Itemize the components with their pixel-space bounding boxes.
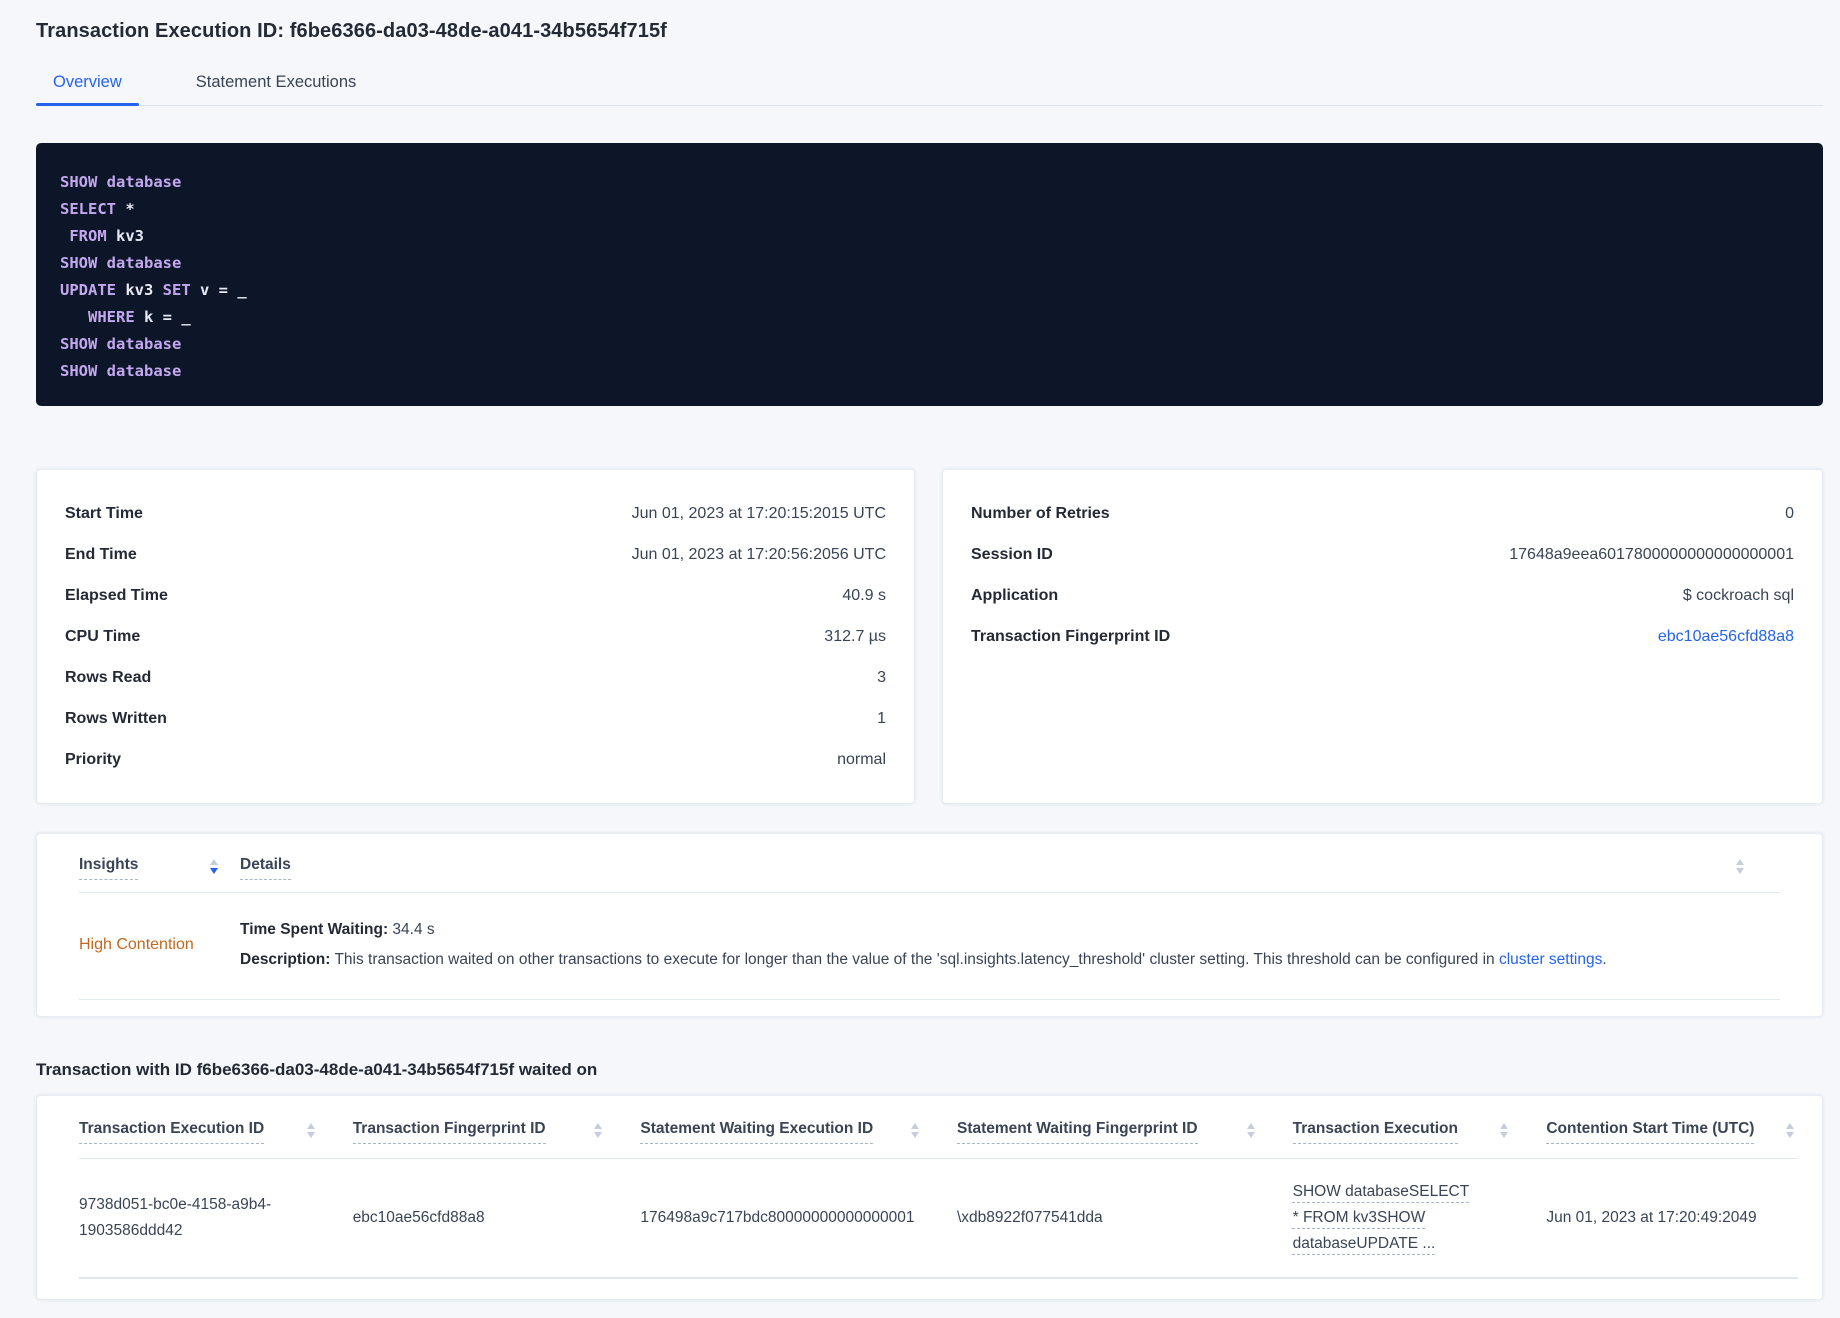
sort-icon[interactable]: [306, 1123, 315, 1138]
col-header-label[interactable]: Transaction Fingerprint ID: [352, 1120, 546, 1144]
cell-contention-start: Jun 01, 2023 at 17:20:49:2049: [1546, 1209, 1757, 1226]
sql-box: SHOW database SELECT * FROM kv3 SHOW datab…: [36, 143, 1823, 406]
waited-on-table-card: Transaction Execution ID Transaction Fin…: [36, 1095, 1823, 1300]
col-header-contention-start: Contention Start Time (UTC): [1546, 1120, 1798, 1144]
row-value: Jun 01, 2023 at 17:20:15:2015 UTC: [631, 504, 886, 522]
tab-statement-executions[interactable]: Statement Executions: [179, 73, 374, 105]
summary-row-start-time: Start Time Jun 01, 2023 at 17:20:15:2015…: [65, 493, 886, 534]
summary-row-retries: Number of Retries 0: [971, 493, 1794, 534]
cell-txn-exec-id: 9738d051-bc0e-4158-a9b4-1903586ddd42: [79, 1196, 272, 1239]
sort-icon[interactable]: [1736, 859, 1744, 874]
row-label: End Time: [65, 545, 137, 563]
waiting-label: Time Spent Waiting:: [240, 921, 389, 938]
insight-row: High Contention Time Spent Waiting: 34.4…: [79, 893, 1780, 1000]
transaction-execution-page: Transaction Execution ID: f6be6366-da03-…: [0, 0, 1840, 1300]
sort-icon[interactable]: [594, 1123, 603, 1138]
cell-stmt-wait-fp-id: \xdb8922f077541dda: [957, 1209, 1103, 1226]
row-value: 17648a9eea6017800000000000000001: [1509, 545, 1794, 563]
summary-card-left: Start Time Jun 01, 2023 at 17:20:15:2015…: [36, 469, 915, 804]
row-value: 40.9 s: [842, 586, 886, 604]
row-value: 1: [877, 709, 886, 727]
row-label: Rows Read: [65, 668, 152, 686]
summary-row-session-id: Session ID 17648a9eea6017800000000000000…: [971, 534, 1794, 575]
description-label: Description:: [240, 951, 331, 968]
summary-cards-row: Start Time Jun 01, 2023 at 17:20:15:2015…: [36, 469, 1823, 804]
cell-stmt-wait-exec-id: 176498a9c717bdc80000000000000001: [640, 1209, 915, 1226]
col-header-label[interactable]: Transaction Execution ID: [79, 1120, 265, 1144]
summary-row-cpu-time: CPU Time 312.7 µs: [65, 616, 886, 657]
col-header-stmt-wait-exec-id: Statement Waiting Execution ID: [640, 1120, 957, 1144]
summary-row-elapsed-time: Elapsed Time 40.9 s: [65, 575, 886, 616]
col-header-stmt-wait-fp-id: Statement Waiting Fingerprint ID: [957, 1120, 1293, 1144]
waited-card-footer: [79, 1279, 1798, 1299]
sort-icon[interactable]: [911, 1123, 919, 1138]
insights-header-label[interactable]: Insights: [79, 856, 139, 880]
time-spent-waiting-line: Time Spent Waiting: 34.4 s: [240, 915, 1780, 945]
row-value: 3: [877, 668, 886, 686]
row-label: Start Time: [65, 504, 143, 522]
insights-table-header: Insights Details: [79, 834, 1780, 893]
description-period: .: [1602, 951, 1607, 968]
cluster-settings-link[interactable]: cluster settings: [1499, 951, 1602, 968]
cell-txn-execution: SHOW databaseSELECT * FROM kv3SHOW datab…: [1293, 1179, 1547, 1257]
row-label: Priority: [65, 750, 122, 768]
row-value: 312.7 µs: [824, 627, 886, 645]
row-label: Rows Written: [65, 709, 167, 727]
row-label: CPU Time: [65, 627, 141, 645]
row-value: normal: [837, 750, 886, 768]
waited-table-header: Transaction Execution ID Transaction Fin…: [79, 1096, 1798, 1159]
row-value: Jun 01, 2023 at 17:20:56:2056 UTC: [631, 545, 886, 563]
insights-column-header: Insights: [79, 856, 240, 880]
summary-row-rows-read: Rows Read 3: [65, 657, 886, 698]
sort-icon[interactable]: [210, 859, 218, 874]
details-header-label[interactable]: Details: [240, 856, 291, 880]
col-header-txn-fp-id: Transaction Fingerprint ID: [352, 1120, 641, 1144]
transaction-fingerprint-link[interactable]: ebc10ae56cfd88a8: [1658, 628, 1794, 646]
sort-icon[interactable]: [1500, 1123, 1509, 1138]
insights-card-footer: [79, 1000, 1780, 1016]
row-value: $ cockroach sql: [1682, 586, 1794, 604]
insight-type-label: High Contention: [79, 936, 194, 953]
col-header-label[interactable]: Transaction Execution: [1292, 1120, 1458, 1144]
description-text: This transaction waited on other transac…: [330, 951, 1499, 968]
waited-on-heading: Transaction with ID f6be6366-da03-48de-a…: [36, 1060, 598, 1079]
summary-row-end-time: End Time Jun 01, 2023 at 17:20:56:2056 U…: [65, 534, 886, 575]
transaction-execution-link[interactable]: SHOW databaseSELECT * FROM kv3SHOW datab…: [1293, 1179, 1471, 1257]
row-label: Number of Retries: [971, 504, 1110, 522]
sort-icon[interactable]: [1786, 1123, 1794, 1138]
col-header-txn-exec-id: Transaction Execution ID: [79, 1120, 353, 1144]
sort-icon[interactable]: [1246, 1123, 1255, 1138]
summary-row-priority: Priority normal: [65, 739, 886, 780]
summary-row-txn-fingerprint: Transaction Fingerprint ID ebc10ae56cfd8…: [971, 616, 1794, 657]
waiting-value: 34.4 s: [388, 921, 435, 938]
col-header-label[interactable]: Contention Start Time (UTC): [1546, 1120, 1755, 1144]
row-label: Elapsed Time: [65, 586, 168, 604]
summary-row-application: Application $ cockroach sql: [971, 575, 1794, 616]
tab-overview[interactable]: Overview: [36, 73, 139, 106]
col-header-txn-execution: Transaction Execution: [1292, 1120, 1547, 1144]
insights-card: Insights Details High Contention Time Sp…: [36, 833, 1823, 1017]
page-title: Transaction Execution ID: f6be6366-da03-…: [36, 20, 667, 42]
row-label: Transaction Fingerprint ID: [971, 627, 1171, 645]
cell-txn-fp-id: ebc10ae56cfd88a8: [352, 1209, 485, 1226]
insight-details: Time Spent Waiting: 34.4 s Description: …: [240, 915, 1780, 975]
row-label: Session ID: [971, 545, 1053, 563]
summary-row-rows-written: Rows Written 1: [65, 698, 886, 739]
description-line: Description: This transaction waited on …: [240, 945, 1780, 975]
row-label: Application: [971, 586, 1059, 604]
col-header-label[interactable]: Statement Waiting Execution ID: [640, 1120, 874, 1144]
row-value: 0: [1785, 504, 1794, 522]
col-header-label[interactable]: Statement Waiting Fingerprint ID: [957, 1120, 1198, 1144]
table-row: 9738d051-bc0e-4158-a9b4-1903586ddd42 ebc…: [79, 1159, 1798, 1279]
tabbar: Overview Statement Executions: [36, 73, 1823, 106]
summary-card-right: Number of Retries 0 Session ID 17648a9ee…: [942, 469, 1823, 804]
